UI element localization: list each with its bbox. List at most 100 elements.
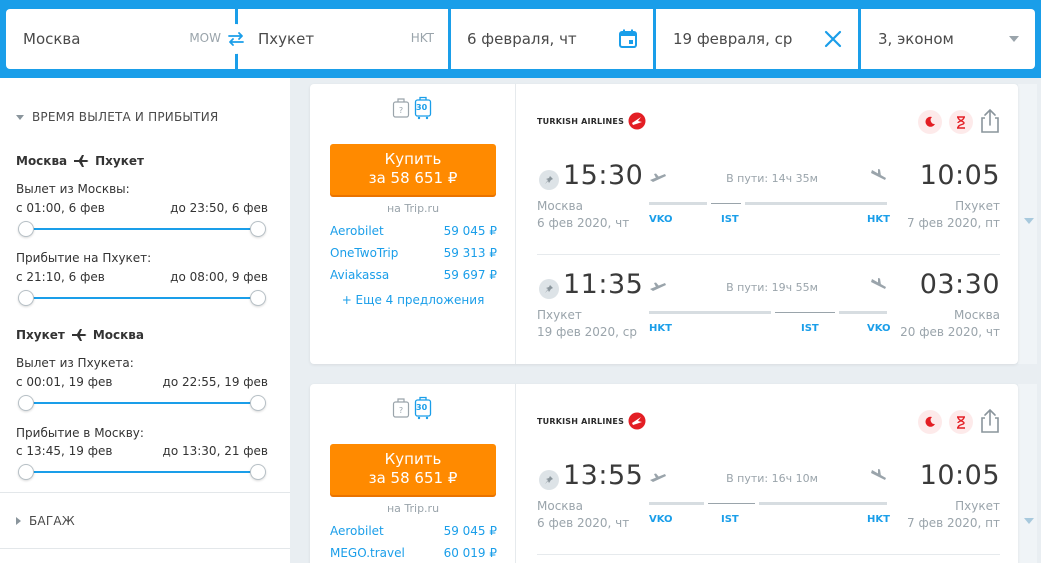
departure-city: Пхукет [537,308,582,322]
outbound-departure-label: Вылет из Москвы: [16,182,130,196]
buy-button[interactable]: Купить за 58 651 ₽ [330,144,496,195]
origin-field[interactable]: Москва MOW [6,9,235,69]
offer-agency[interactable]: MEGO.travel [330,546,405,560]
close-icon[interactable] [822,28,844,50]
from-airport-code: VKO [649,214,673,225]
route-line [649,311,887,314]
buy-button[interactable]: Купить за 58 651 ₽ [330,444,496,495]
handbag-question-icon: ? [392,98,410,118]
offer-price[interactable]: 59 697 ₽ [444,268,497,282]
pin-icon[interactable] [539,470,559,490]
outbound-departure-slider[interactable] [18,221,266,237]
offer-row[interactable]: Aerobilet 59 045 ₽ [330,224,497,238]
hourglass-icon[interactable] [949,110,973,134]
range-from: с 13:45, 19 фев [16,444,113,458]
calendar-icon[interactable] [617,28,639,50]
leg-line [649,502,704,505]
offer-row[interactable]: MEGO.travel 60 019 ₽ [330,546,497,560]
pin-icon[interactable] [539,170,559,190]
destination-field[interactable]: Пхукет HKT [238,9,448,69]
pin-icon[interactable] [539,279,559,299]
offer-agency[interactable]: Aviakassa [330,268,389,282]
offer-agency[interactable]: OneTwoTrip [330,246,398,260]
share-icon[interactable] [979,408,1001,434]
takeoff-icon [650,173,666,182]
baggage-filter-header[interactable]: БАГАЖ [16,514,75,528]
passengers-value: 3, эконом [878,30,954,48]
hourglass-icon[interactable] [949,410,973,434]
swap-icon [228,32,244,46]
outbound-arrival-range: с 21:10, 6 фев до 08:00, 9 фев [16,270,268,284]
slider-handle-max[interactable] [250,464,266,480]
flight-segment[interactable]: 15:30 10:05 Москва 6 фев 2020, чт Пхукет… [537,146,1000,236]
offer-agency[interactable]: Aerobilet [330,224,384,238]
outbound-arrival-slider[interactable] [18,290,266,306]
more-offers-link[interactable]: + Еще 4 предложения [310,293,516,307]
range-to: до 13:30, 21 фев [162,444,268,458]
range-to: до 22:55, 19 фев [162,375,268,389]
ticket-card: ? 30 Купить за 58 651 ₽ на Trip.ru Aerob… [310,84,1018,364]
chevron-down-icon [1009,36,1019,42]
divider [0,548,290,549]
layover-line [711,203,741,204]
time-filter-header[interactable]: ВРЕМЯ ВЫЛЕТА И ПРИБЫТИЯ [16,110,218,124]
arrival-time: 10:05 [919,160,1000,191]
airline-logo: TURKISH AIRLINES [537,112,646,130]
slider-handle-min[interactable] [18,221,34,237]
inbound-arrival-slider[interactable] [18,464,266,480]
slider-handle-max[interactable] [250,290,266,306]
time-filter-title: ВРЕМЯ ВЫЛЕТА И ПРИБЫТИЯ [32,110,219,124]
slider-handle-min[interactable] [18,395,34,411]
outbound-arrival-label: Прибытие на Пхукет: [16,251,152,265]
layover-line [708,503,755,504]
leg-line [759,502,887,505]
offer-row[interactable]: Aviakassa 59 697 ₽ [330,268,497,282]
slider-handle-min[interactable] [18,464,34,480]
arrival-city: Пхукет [955,199,1000,213]
return-date-field[interactable]: 19 февраля, ср [656,9,858,69]
origin-code: MOW [189,31,221,45]
ticket-itinerary: TURKISH AIRLINES 15:30 10:05 Москва 6 фе… [517,84,1018,364]
chevron-down-icon[interactable] [1024,518,1034,524]
swap-button[interactable] [221,24,251,54]
passengers-select[interactable]: 3, эконом [861,9,1035,69]
arrival-time: 03:30 [919,269,1000,300]
flight-segment[interactable]: 11:35 03:30 Пхукет 19 фев 2020, ср Москв… [537,254,1000,344]
ticket-itinerary: TURKISH AIRLINES 13:55 10:05 Москва 6 фе… [517,384,1018,563]
offer-price[interactable]: 60 019 ₽ [444,546,497,560]
buy-price: за 58 651 ₽ [368,469,458,487]
outbound-route: Москва Пхукет [16,154,144,168]
flight-segment[interactable]: 13:55 10:05 Москва 6 фев 2020, чт Пхукет… [537,446,1000,536]
arrival-date: 7 фев 2020, пт [907,516,1000,530]
departure-city: Москва [537,499,583,513]
night-flight-icon[interactable] [918,410,942,434]
leg-line [649,311,771,314]
offer-price[interactable]: 59 045 ₽ [444,224,497,238]
slider-handle-max[interactable] [250,221,266,237]
night-flight-icon[interactable] [918,110,942,134]
inbound-departure-slider[interactable] [18,395,266,411]
baggage-filter-title: БАГАЖ [29,514,75,528]
departure-date: 6 фев 2020, чт [537,516,630,530]
via-airport-code: IST [721,514,739,525]
baggage-weight: 30 [416,403,428,412]
expand-strip[interactable] [1018,384,1037,563]
offer-price[interactable]: 59 045 ₽ [444,524,497,538]
offer-agency[interactable]: Aerobilet [330,524,384,538]
flight-duration: В пути: 19ч 55м [726,281,818,294]
arrival-city: Москва [954,308,1000,322]
route-from: Москва [16,154,68,168]
slider-handle-max[interactable] [250,395,266,411]
chevron-down-icon[interactable] [1024,218,1034,224]
range-from: с 00:01, 19 фев [16,375,113,389]
offer-price[interactable]: 59 313 ₽ [444,246,497,260]
offer-row[interactable]: OneTwoTrip 59 313 ₽ [330,246,497,260]
share-icon[interactable] [979,108,1001,134]
depart-date-field[interactable]: 6 февраля, чт [451,9,653,69]
range-to: до 08:00, 9 фев [170,270,268,284]
destination-city: Пхукет [258,30,315,48]
offer-row[interactable]: Aerobilet 59 045 ₽ [330,524,497,538]
landing-icon [871,169,886,180]
slider-handle-min[interactable] [18,290,34,306]
expand-strip[interactable] [1018,84,1037,364]
